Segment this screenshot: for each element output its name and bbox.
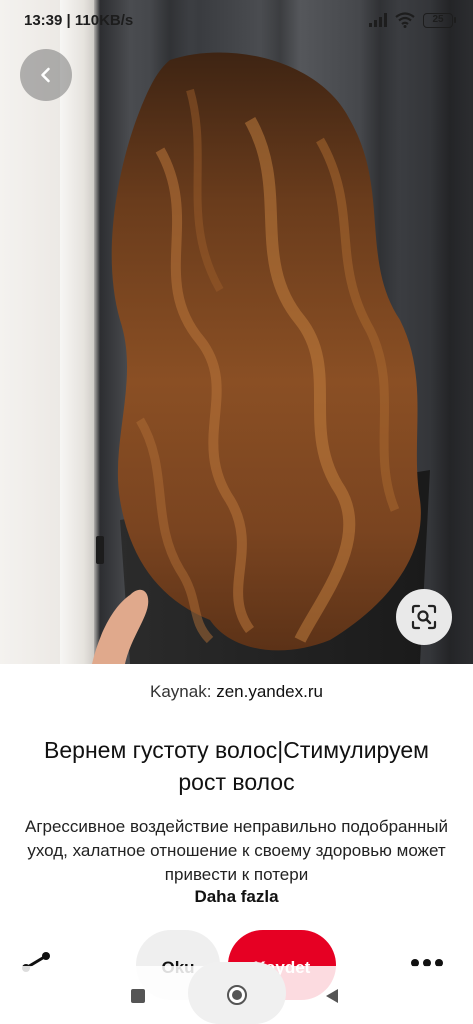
back-triangle-icon[interactable]	[324, 988, 340, 1004]
pin-image[interactable]	[0, 0, 473, 664]
pin-description: Агрессивное воздействие неправильно подо…	[24, 817, 448, 884]
wifi-icon	[395, 12, 415, 28]
source-label: Kaynak:	[150, 682, 212, 701]
hair-photo	[92, 52, 430, 664]
more-link[interactable]: Daha fazla	[0, 887, 473, 907]
battery-indicator: 25	[423, 12, 456, 28]
system-navigation-bar	[0, 962, 473, 1024]
chevron-left-icon	[41, 67, 50, 83]
source-domain[interactable]: zen.yandex.ru	[216, 682, 323, 701]
source-line[interactable]: Kaynak: zen.yandex.ru	[0, 682, 473, 702]
home-icon[interactable]	[227, 985, 247, 1005]
status-bar: 13:39 | 110KB/s 25	[0, 0, 473, 40]
visual-search-icon	[411, 604, 437, 630]
visual-search-button[interactable]	[396, 589, 452, 645]
signal-icon	[369, 13, 387, 27]
status-icons: 25	[369, 12, 456, 28]
back-button[interactable]	[20, 49, 72, 101]
recents-icon[interactable]	[131, 989, 145, 1003]
pin-title: Вернем густоту волос|Стимулируем рост во…	[44, 737, 429, 795]
status-time-speed: 13:39 | 110KB/s	[24, 11, 134, 29]
